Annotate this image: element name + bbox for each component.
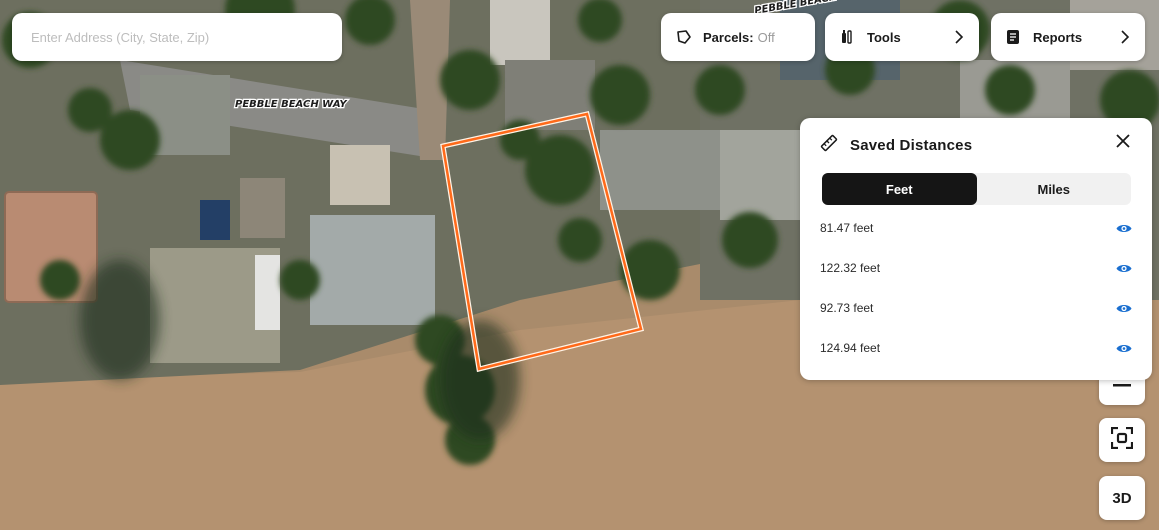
distance-row: 122.32 feet bbox=[820, 258, 1132, 278]
saved-distances-panel: Saved Distances Feet Miles 81.47 feet 12… bbox=[800, 118, 1152, 380]
recenter-button[interactable] bbox=[1099, 418, 1145, 462]
close-icon bbox=[1116, 134, 1130, 148]
eye-icon[interactable] bbox=[1116, 302, 1132, 314]
tools-icon bbox=[840, 28, 858, 46]
parcels-label: Parcels: bbox=[703, 29, 754, 45]
address-search-box[interactable] bbox=[12, 13, 342, 61]
distance-value: 92.73 feet bbox=[820, 301, 874, 315]
ruler-icon bbox=[820, 134, 838, 157]
chevron-right-icon bbox=[1120, 30, 1130, 44]
unit-miles-tab[interactable]: Miles bbox=[977, 173, 1132, 205]
address-search-input[interactable] bbox=[29, 28, 325, 46]
reports-label: Reports bbox=[1033, 29, 1083, 45]
unit-segmented-control: Feet Miles bbox=[822, 173, 1131, 205]
parcel-shape-icon bbox=[676, 28, 694, 46]
eye-icon[interactable] bbox=[1116, 222, 1132, 234]
tools-button[interactable]: Tools bbox=[825, 13, 979, 61]
close-button[interactable] bbox=[1114, 132, 1132, 150]
distance-row: 124.94 feet bbox=[820, 338, 1132, 358]
three-d-label: 3D bbox=[1112, 489, 1132, 507]
focus-frame-icon bbox=[1110, 426, 1134, 453]
parcels-toggle-button[interactable]: Parcels: Off bbox=[661, 13, 815, 61]
street-label: PEBBLE BEACH WAY bbox=[235, 99, 348, 110]
distance-value: 122.32 feet bbox=[820, 261, 881, 275]
unit-feet-tab[interactable]: Feet bbox=[822, 173, 977, 205]
report-document-icon bbox=[1006, 28, 1024, 46]
tools-label: Tools bbox=[867, 29, 901, 45]
parcels-state: Off bbox=[757, 29, 775, 45]
distance-row: 81.47 feet bbox=[820, 218, 1132, 238]
distance-value: 81.47 feet bbox=[820, 221, 874, 235]
eye-icon[interactable] bbox=[1116, 262, 1132, 274]
distance-value: 124.94 feet bbox=[820, 341, 881, 355]
eye-icon[interactable] bbox=[1116, 342, 1132, 354]
chevron-right-icon bbox=[954, 30, 964, 44]
distance-row: 92.73 feet bbox=[820, 298, 1132, 318]
panel-title: Saved Distances bbox=[850, 137, 973, 154]
reports-button[interactable]: Reports bbox=[991, 13, 1145, 61]
three-d-toggle-button[interactable]: 3D bbox=[1099, 476, 1145, 520]
